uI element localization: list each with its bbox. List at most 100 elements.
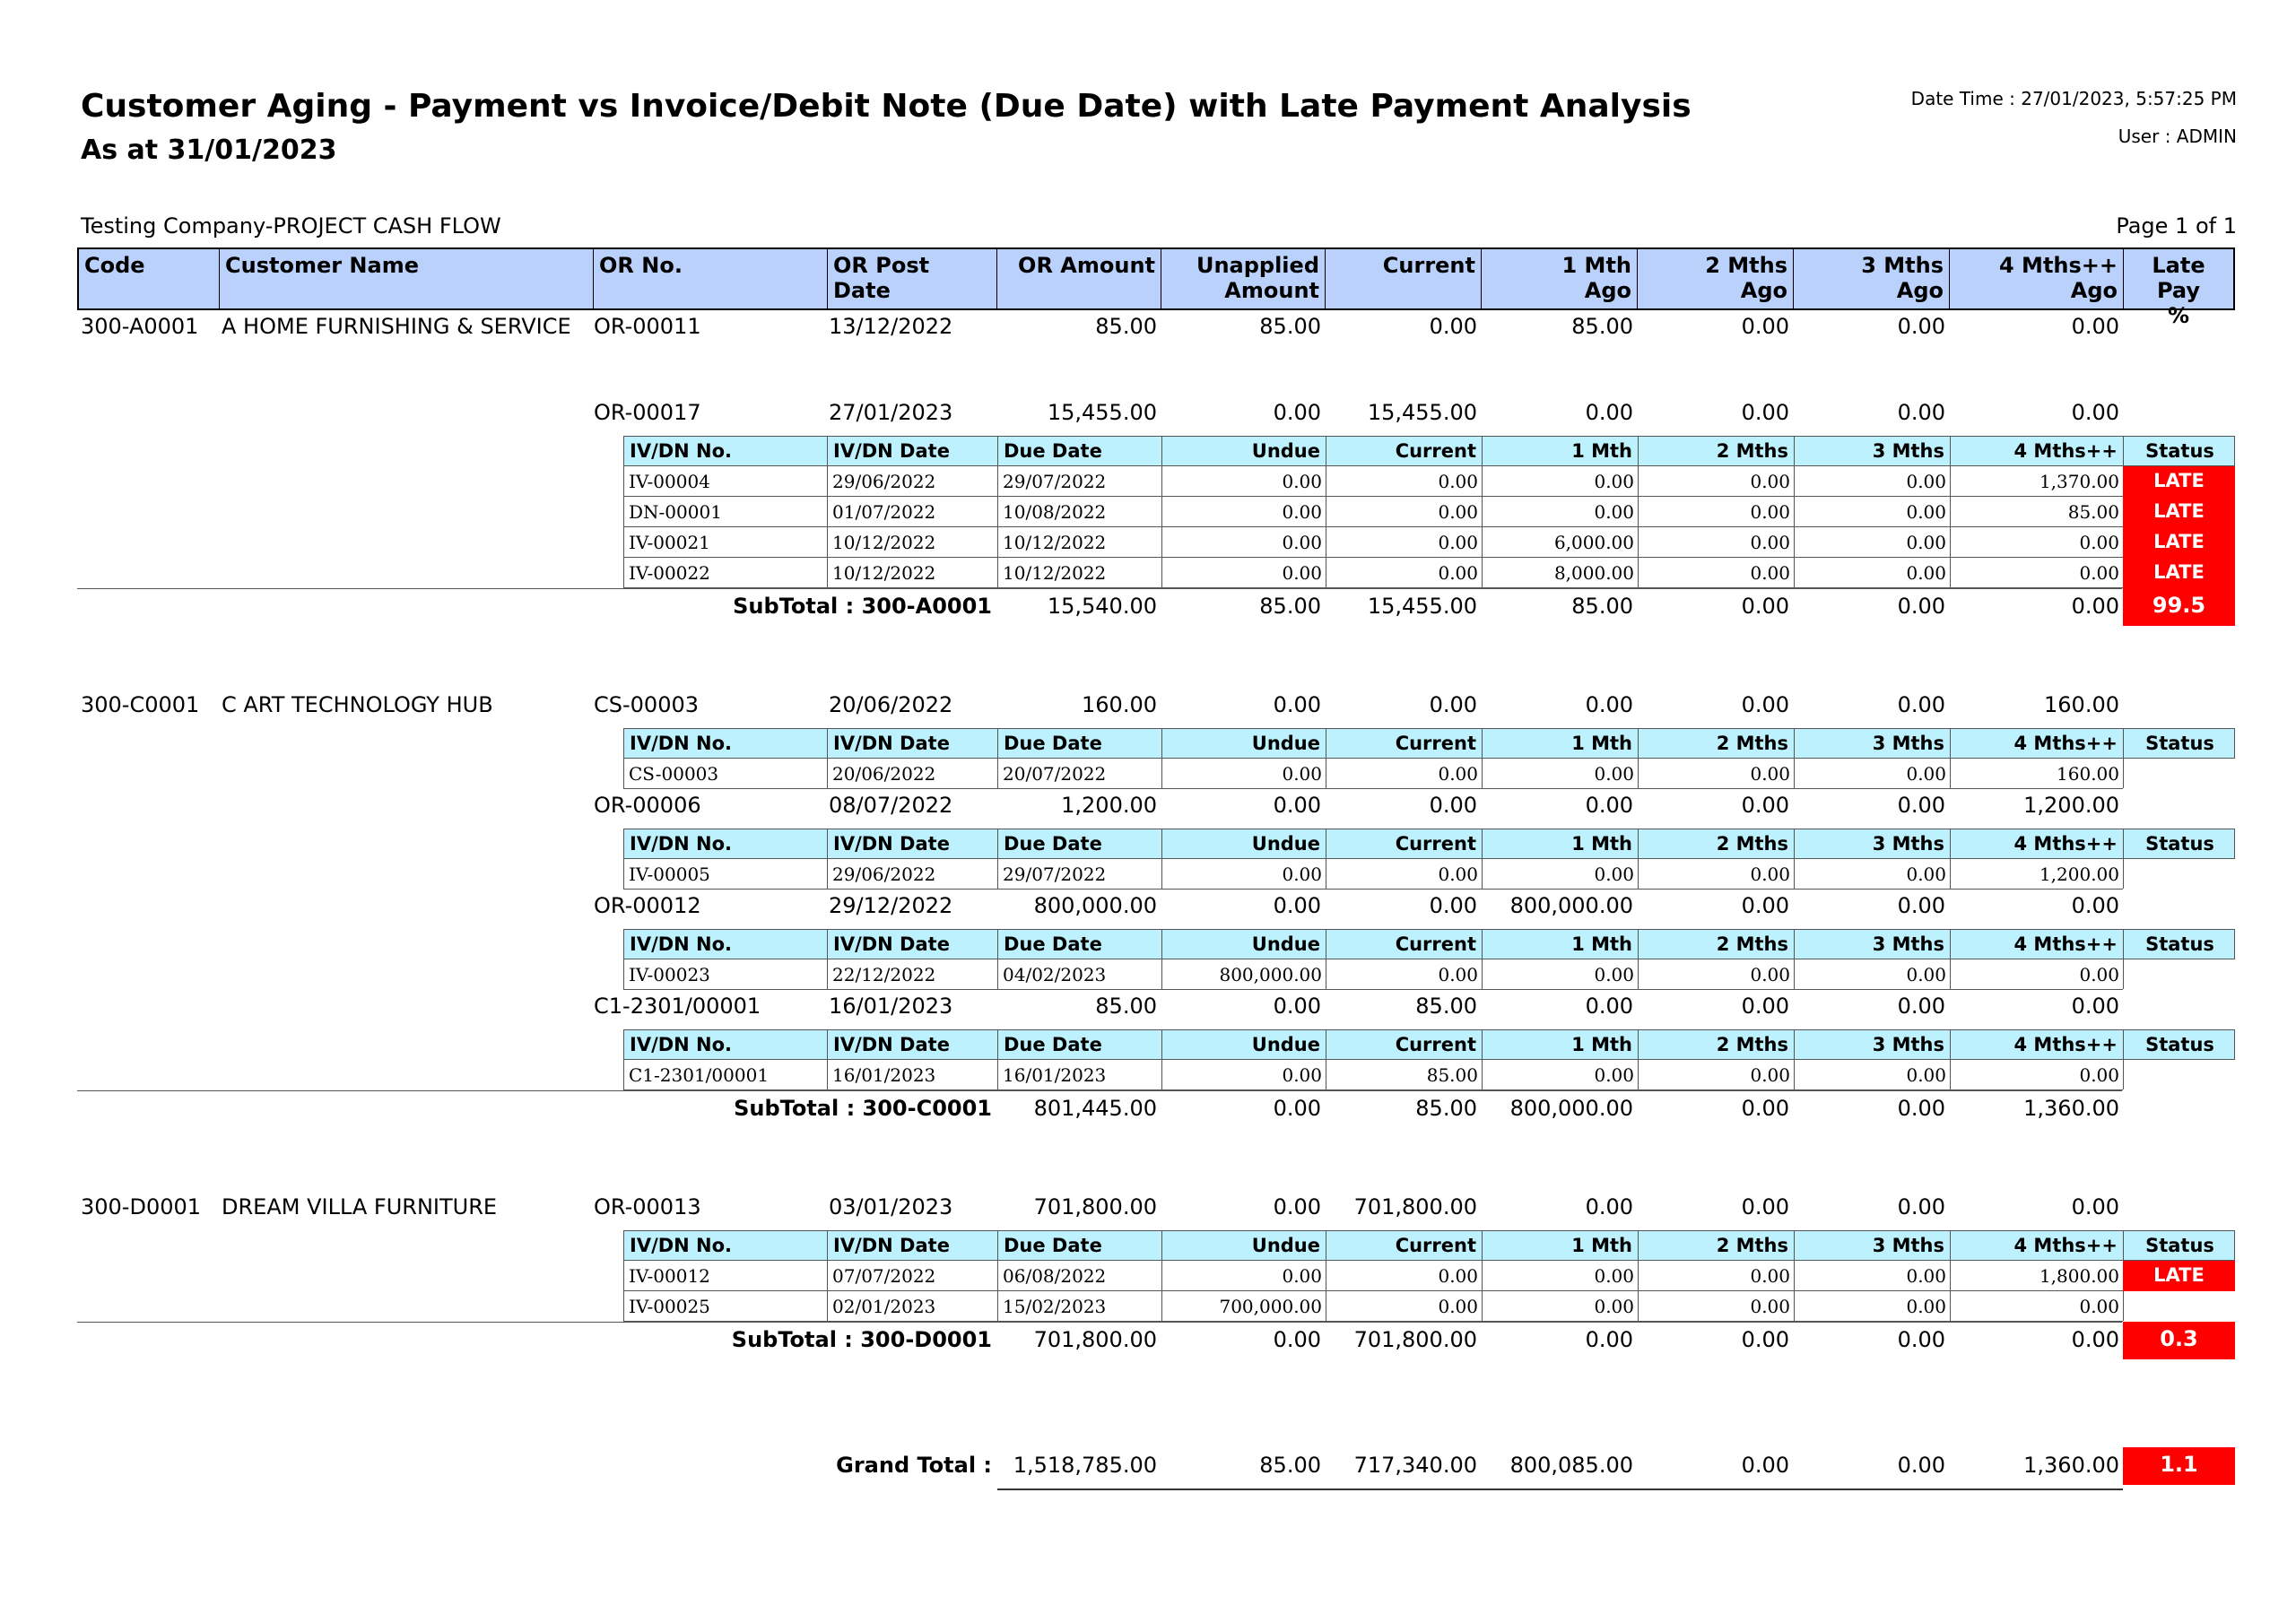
invoice-cell-m4: 160.00 <box>1951 759 2124 788</box>
main-table-header: Code Customer Name OR No. OR Post Date O… <box>77 247 2235 328</box>
sub-header-m3: 3 Mths <box>1795 930 1951 959</box>
sub-header-m1: 1 Mth <box>1483 829 1639 858</box>
sub-header-ivdn: IV/DN No. <box>624 930 828 959</box>
sub-header-undue: Undue <box>1162 930 1326 959</box>
late-pay-percent: 99.5 <box>2123 588 2235 626</box>
sub-header-status: Status <box>2145 833 2214 855</box>
late-status-badge: LATE <box>2123 497 2235 527</box>
invoice-cell-date: 29/06/2022 <box>828 859 998 889</box>
invoice-row: IV-00023 22/12/2022 04/02/2023 800,000.00 0.… <box>623 959 2124 990</box>
invoice-cell-undue: 700,000.00 <box>1162 1291 1326 1321</box>
sub-header-m3: 3 Mths <box>1795 729 1951 758</box>
invoice-cell-no: IV-00021 <box>624 527 828 557</box>
unapplied-amount: 0.00 <box>1273 1327 1321 1352</box>
invoice-cell-undue: 0.00 <box>1162 497 1326 526</box>
or-number: OR-00017 <box>594 400 701 425</box>
or-number: OR-00013 <box>594 1194 701 1219</box>
invoice-cell-m4: 0.00 <box>1951 558 2124 587</box>
sub-header-m1: 1 Mth <box>1483 729 1639 758</box>
two-mths-ago: 0.00 <box>1741 594 1789 619</box>
sub-header-m4: 4 Mths++ <box>1951 1030 2124 1059</box>
invoice-cell-m1: 8,000.00 <box>1483 558 1639 587</box>
invoice-cell-m3: 0.00 <box>1795 527 1951 557</box>
invoice-cell-undue: 0.00 <box>1162 527 1326 557</box>
two-mths-ago: 0.00 <box>1741 994 1789 1019</box>
invoice-cell-no: IV-00005 <box>624 859 828 889</box>
or-number: OR-00012 <box>594 893 701 918</box>
sub-header-m3: 3 Mths <box>1795 1231 1951 1260</box>
three-mths-ago: 0.00 <box>1897 793 1945 818</box>
invoice-cell-no: IV-00023 <box>624 959 828 989</box>
invoice-cell-due: 20/07/2022 <box>998 759 1162 788</box>
sub-table-header: IV/DN No. IV/DN Date Due Date Undue Current 1… <box>623 436 2235 466</box>
two-mths-ago: 0.00 <box>1741 400 1789 425</box>
invoice-cell-due: 29/07/2022 <box>998 466 1162 496</box>
invoice-cell-m4: 1,200.00 <box>1951 859 2124 889</box>
header-2-mths-ago: 2 Mths Ago <box>1638 249 1794 308</box>
invoice-cell-current: 0.00 <box>1326 1291 1483 1321</box>
sub-header-ivdn: IV/DN No. <box>624 829 828 858</box>
four-mths-ago: 0.00 <box>2071 1194 2119 1219</box>
invoice-cell-current: 0.00 <box>1326 859 1483 889</box>
one-mth-ago: 0.00 <box>1585 400 1633 425</box>
unapplied-amount: 85.00 <box>1259 1453 1321 1478</box>
three-mths-ago: 0.00 <box>1897 1327 1945 1352</box>
sub-header-current: Current <box>1326 829 1483 858</box>
unapplied-amount: 85.00 <box>1259 594 1321 619</box>
sub-header-ivdn: IV/DN No. <box>624 729 828 758</box>
current-amount: 701,800.00 <box>1353 1327 1477 1352</box>
sub-header-undue: Undue <box>1162 829 1326 858</box>
unapplied-amount: 0.00 <box>1273 1096 1321 1121</box>
one-mth-ago: 85.00 <box>1571 594 1633 619</box>
or-amount: 801,445.00 <box>1033 1096 1157 1121</box>
invoice-cell-current: 85.00 <box>1326 1060 1483 1089</box>
current-amount: 85.00 <box>1415 994 1477 1019</box>
header-1-mth-ago: 1 Mth Ago <box>1482 249 1638 308</box>
header-4-mths-ago: 4 Mths++ Ago <box>1950 249 2124 308</box>
four-mths-ago: 160.00 <box>2044 692 2119 717</box>
sub-header-m3: 3 Mths <box>1795 829 1951 858</box>
current-amount: 0.00 <box>1429 793 1477 818</box>
unapplied-amount: 0.00 <box>1273 994 1321 1019</box>
sub-header-m2: 2 Mths <box>1639 930 1795 959</box>
sub-header-current: Current <box>1326 437 1483 465</box>
two-mths-ago: 0.00 <box>1741 1327 1789 1352</box>
current-amount: 0.00 <box>1429 893 1477 918</box>
report-title: Customer Aging - Payment vs Invoice/Debi… <box>81 88 1692 125</box>
one-mth-ago: 800,000.00 <box>1509 893 1633 918</box>
sub-table-header: IV/DN No. IV/DN Date Due Date Undue Current 1… <box>623 829 2235 859</box>
sub-header-ivdn_date: IV/DN Date <box>828 729 998 758</box>
invoice-cell-no: IV-00022 <box>624 558 828 587</box>
sub-header-undue: Undue <box>1162 729 1326 758</box>
header-or-no: OR No. <box>594 249 828 308</box>
sub-header-ivdn: IV/DN No. <box>624 1030 828 1059</box>
one-mth-ago: 800,085.00 <box>1509 1453 1633 1478</box>
sub-header-ivdn_date: IV/DN Date <box>828 829 998 858</box>
two-mths-ago: 0.00 <box>1741 1096 1789 1121</box>
unapplied-amount: 0.00 <box>1273 893 1321 918</box>
header-unapplied-amount: Unapplied Amount <box>1161 249 1326 308</box>
four-mths-ago: 0.00 <box>2071 994 2119 1019</box>
invoice-cell-m1: 0.00 <box>1483 1291 1639 1321</box>
sub-table-header: IV/DN No. IV/DN Date Due Date Undue Current 1… <box>623 728 2235 759</box>
invoice-cell-m4: 0.00 <box>1951 1291 2124 1321</box>
invoice-cell-undue: 0.00 <box>1162 558 1326 587</box>
invoice-cell-date: 10/12/2022 <box>828 527 998 557</box>
current-amount: 0.00 <box>1429 314 1477 339</box>
four-mths-ago: 1,360.00 <box>2023 1096 2119 1121</box>
sub-table-header: IV/DN No. IV/DN Date Due Date Undue Current 1… <box>623 1230 2235 1261</box>
header-current: Current <box>1326 249 1482 308</box>
invoice-row: IV-00005 29/06/2022 29/07/2022 0.00 0.00 0.00… <box>623 859 2124 890</box>
current-amount: 701,800.00 <box>1353 1194 1477 1219</box>
sub-header-m4: 4 Mths++ <box>1951 829 2124 858</box>
invoice-cell-no: CS-00003 <box>624 759 828 788</box>
or-amount: 85.00 <box>1095 994 1157 1019</box>
invoice-cell-due: 04/02/2023 <box>998 959 1162 989</box>
one-mth-ago: 0.00 <box>1585 1194 1633 1219</box>
sub-header-due: Due Date <box>998 729 1162 758</box>
invoice-cell-m2: 0.00 <box>1639 1261 1795 1290</box>
invoice-cell-m4: 1,800.00 <box>1951 1261 2124 1290</box>
current-amount: 85.00 <box>1415 1096 1477 1121</box>
invoice-cell-current: 0.00 <box>1326 1261 1483 1290</box>
invoice-cell-date: 22/12/2022 <box>828 959 998 989</box>
